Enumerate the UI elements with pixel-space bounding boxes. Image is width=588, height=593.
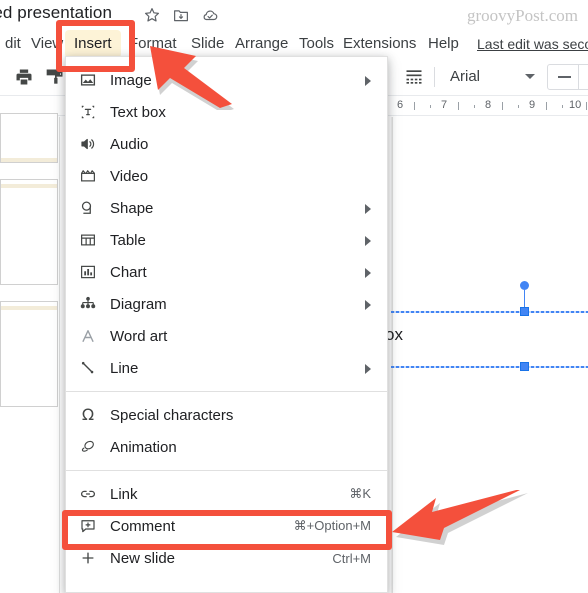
menu-option-label: Comment (110, 517, 176, 535)
textbox-bottom-border[interactable] (391, 366, 588, 368)
menu-divider (66, 470, 387, 471)
document-title[interactable]: Untitled presentation (0, 3, 112, 23)
menu-option-label: Word art (110, 327, 168, 345)
toolbar-divider (434, 67, 435, 87)
watermark: groovyPost.com (467, 6, 578, 25)
menu-option-special-characters[interactable]: Ω Special characters (66, 399, 387, 431)
textbox-icon (66, 103, 110, 121)
paint-format-icon[interactable] (45, 67, 65, 87)
chevron-down-icon[interactable] (525, 74, 535, 79)
menu-option-label: Line (110, 359, 139, 377)
cloud-saved-icon[interactable] (201, 6, 219, 24)
menu-option-animation[interactable]: Animation (66, 431, 387, 463)
menu-option-label: New slide (110, 549, 176, 567)
menu-option-label: Audio (110, 135, 149, 153)
move-to-folder-icon[interactable] (172, 6, 190, 24)
menu-option-label: Animation (110, 438, 177, 456)
slide-thumbnail[interactable] (0, 179, 58, 285)
menu-option-label: Video (110, 167, 149, 185)
menu-divider (66, 391, 387, 392)
annotation-arrow-to-comment (390, 488, 530, 552)
menu-option-label: Chart (110, 263, 147, 281)
ruler-number: 6 (397, 99, 404, 111)
table-icon (66, 231, 110, 249)
ruler-number: 9 (529, 99, 536, 111)
title-bar: Untitled presentation groovyPost.com (0, 0, 588, 30)
textbox-top-border[interactable] (391, 311, 588, 313)
submenu-arrow-icon (365, 364, 371, 374)
ruler-number: 7 (441, 99, 448, 111)
menu-option-link[interactable]: Link ⌘K (66, 478, 387, 510)
menu-option-shape[interactable]: Shape (66, 192, 387, 224)
menu-option-comment[interactable]: Comment ⌘+Option+M (66, 510, 387, 542)
image-icon (66, 71, 110, 89)
menu-item-insert[interactable]: Insert (65, 30, 121, 58)
rotate-handle[interactable] (520, 281, 529, 290)
ruler-number: 8 (485, 99, 492, 111)
shape-icon (66, 199, 110, 217)
menu-option-label: Table (110, 231, 146, 249)
font-size-decrease-icon[interactable] (558, 76, 571, 78)
link-icon (66, 485, 110, 503)
menu-option-diagram[interactable]: Diagram (66, 288, 387, 320)
google-slides-window: Untitled presentation groovyPost.com dit… (0, 0, 588, 593)
menu-option-chart[interactable]: Chart (66, 256, 387, 288)
menu-option-label: Shape (110, 199, 154, 217)
menu-option-label: Special characters (110, 406, 234, 424)
ruler-number: 10 (569, 99, 582, 111)
menu-item-help[interactable]: Help (419, 30, 468, 58)
menu-item-extensions[interactable]: Extensions (334, 30, 425, 58)
submenu-arrow-icon (365, 236, 371, 246)
star-icon[interactable] (143, 6, 161, 24)
diagram-icon (66, 295, 110, 313)
submenu-arrow-icon (365, 300, 371, 310)
slide-thumbnail-panel[interactable] (0, 113, 60, 593)
last-edit-status[interactable]: Last edit was seco (477, 30, 588, 58)
menu-option-label: Diagram (110, 295, 167, 313)
resize-handle-top[interactable] (520, 307, 529, 316)
resize-handle-bottom[interactable] (520, 362, 529, 371)
menu-option-audio[interactable]: Audio (66, 128, 387, 160)
line-spacing-icon[interactable] (404, 67, 424, 87)
video-icon (66, 167, 110, 185)
menu-option-shortcut: ⌘+Option+M (293, 518, 371, 533)
menu-option-table[interactable]: Table (66, 224, 387, 256)
chart-icon (66, 263, 110, 281)
wordart-icon (66, 327, 110, 345)
omega-icon: Ω (81, 405, 95, 424)
submenu-arrow-icon (365, 76, 371, 86)
line-icon (66, 359, 110, 377)
menu-option-shortcut: Ctrl+M (332, 550, 371, 566)
plus-icon (66, 549, 110, 567)
print-icon[interactable] (14, 67, 34, 87)
animation-icon (66, 438, 110, 456)
menu-option-label: Link (110, 485, 138, 503)
slide-thumbnail[interactable] (0, 113, 58, 163)
slide-thumbnail[interactable] (0, 301, 58, 407)
submenu-arrow-icon (365, 204, 371, 214)
insert-dropdown-menu[interactable]: Image Text box Audio Video Shape Table C… (65, 56, 388, 593)
comment-icon (66, 517, 110, 535)
font-size-divider (578, 65, 579, 89)
menu-option-line[interactable]: Line (66, 352, 387, 384)
submenu-arrow-icon (365, 268, 371, 278)
menu-option-word-art[interactable]: Word art (66, 320, 387, 352)
menu-option-shortcut: ⌘K (349, 486, 371, 501)
audio-icon (66, 135, 110, 153)
font-family-selector[interactable]: Arial (450, 58, 480, 96)
menu-option-new-slide[interactable]: New slide Ctrl+M (66, 542, 387, 574)
menu-bar: dit View Insert Format Slide Arrange Too… (0, 30, 588, 58)
menu-option-video[interactable]: Video (66, 160, 387, 192)
annotation-arrow-to-insert (128, 40, 238, 113)
